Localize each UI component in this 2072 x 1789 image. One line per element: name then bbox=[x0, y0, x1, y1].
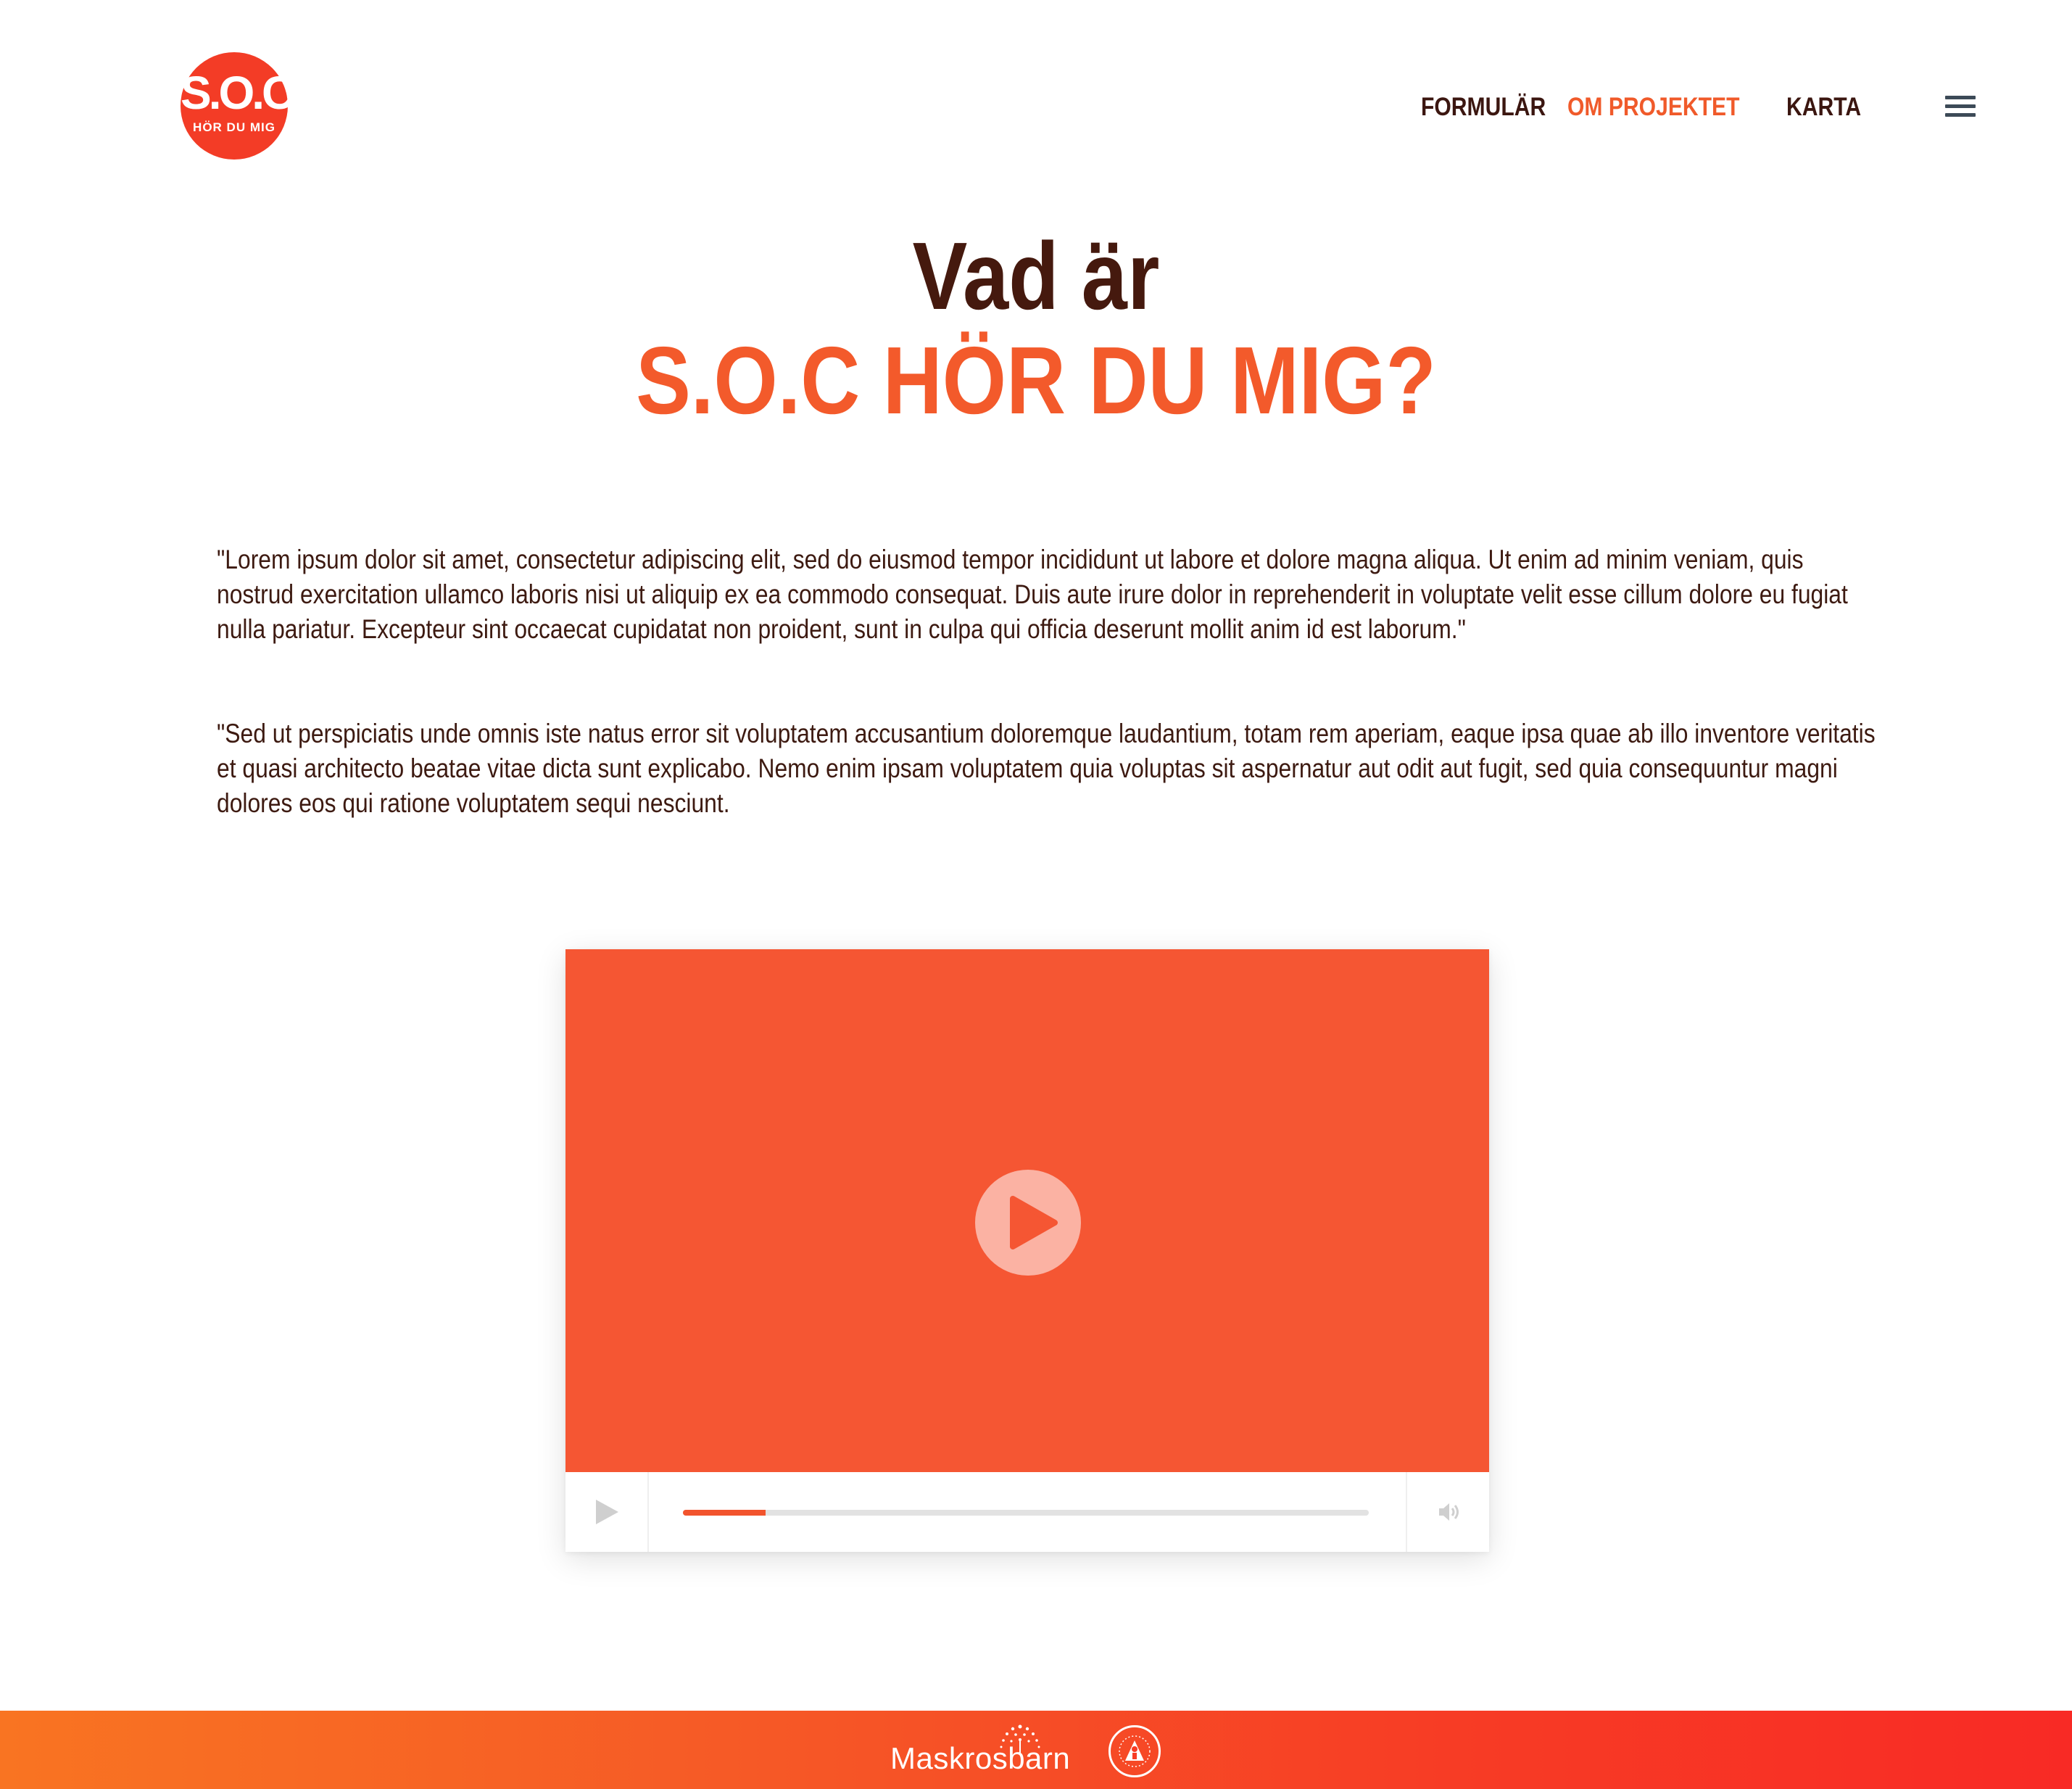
site-logo[interactable]: S.O.C. HÖR DU MIG bbox=[181, 52, 305, 160]
footer-brand-name[interactable]: Maskrosbarn bbox=[890, 1740, 1070, 1777]
partner-badge-icon[interactable] bbox=[1108, 1725, 1161, 1777]
video-player bbox=[565, 949, 1489, 1552]
video-controls bbox=[565, 1472, 1489, 1552]
hamburger-menu-icon[interactable] bbox=[1945, 96, 1976, 117]
logo-text-sub: HÖR DU MIG bbox=[193, 120, 275, 134]
intro-paragraph-2: "Sed ut perspiciatis unde omnis iste nat… bbox=[217, 719, 1876, 818]
nav-link-formular[interactable]: FORMULÄR bbox=[1421, 91, 1546, 123]
video-screen[interactable] bbox=[565, 949, 1489, 1472]
intro-paragraph-1: "Lorem ipsum dolor sit amet, consectetur… bbox=[217, 545, 1848, 644]
video-progress-fill bbox=[683, 1510, 766, 1516]
nav-link-karta[interactable]: KARTA bbox=[1786, 91, 1861, 123]
logo-text-main: S.O.C. bbox=[181, 67, 305, 119]
control-play-button[interactable] bbox=[565, 1472, 649, 1552]
volume-icon bbox=[1439, 1503, 1459, 1521]
video-progress-bar[interactable] bbox=[683, 1510, 1369, 1516]
page-title-line1: Vad är bbox=[912, 223, 1160, 329]
play-icon bbox=[596, 1500, 618, 1524]
volume-button[interactable] bbox=[1406, 1472, 1489, 1552]
page-title-line2: S.O.C HÖR DU MIG? bbox=[636, 327, 1436, 434]
footer: Maskrosbarn bbox=[0, 1711, 2072, 1789]
nav-link-om-projektet[interactable]: OM PROJEKTET bbox=[1567, 91, 1739, 123]
play-icon[interactable] bbox=[975, 1170, 1081, 1276]
